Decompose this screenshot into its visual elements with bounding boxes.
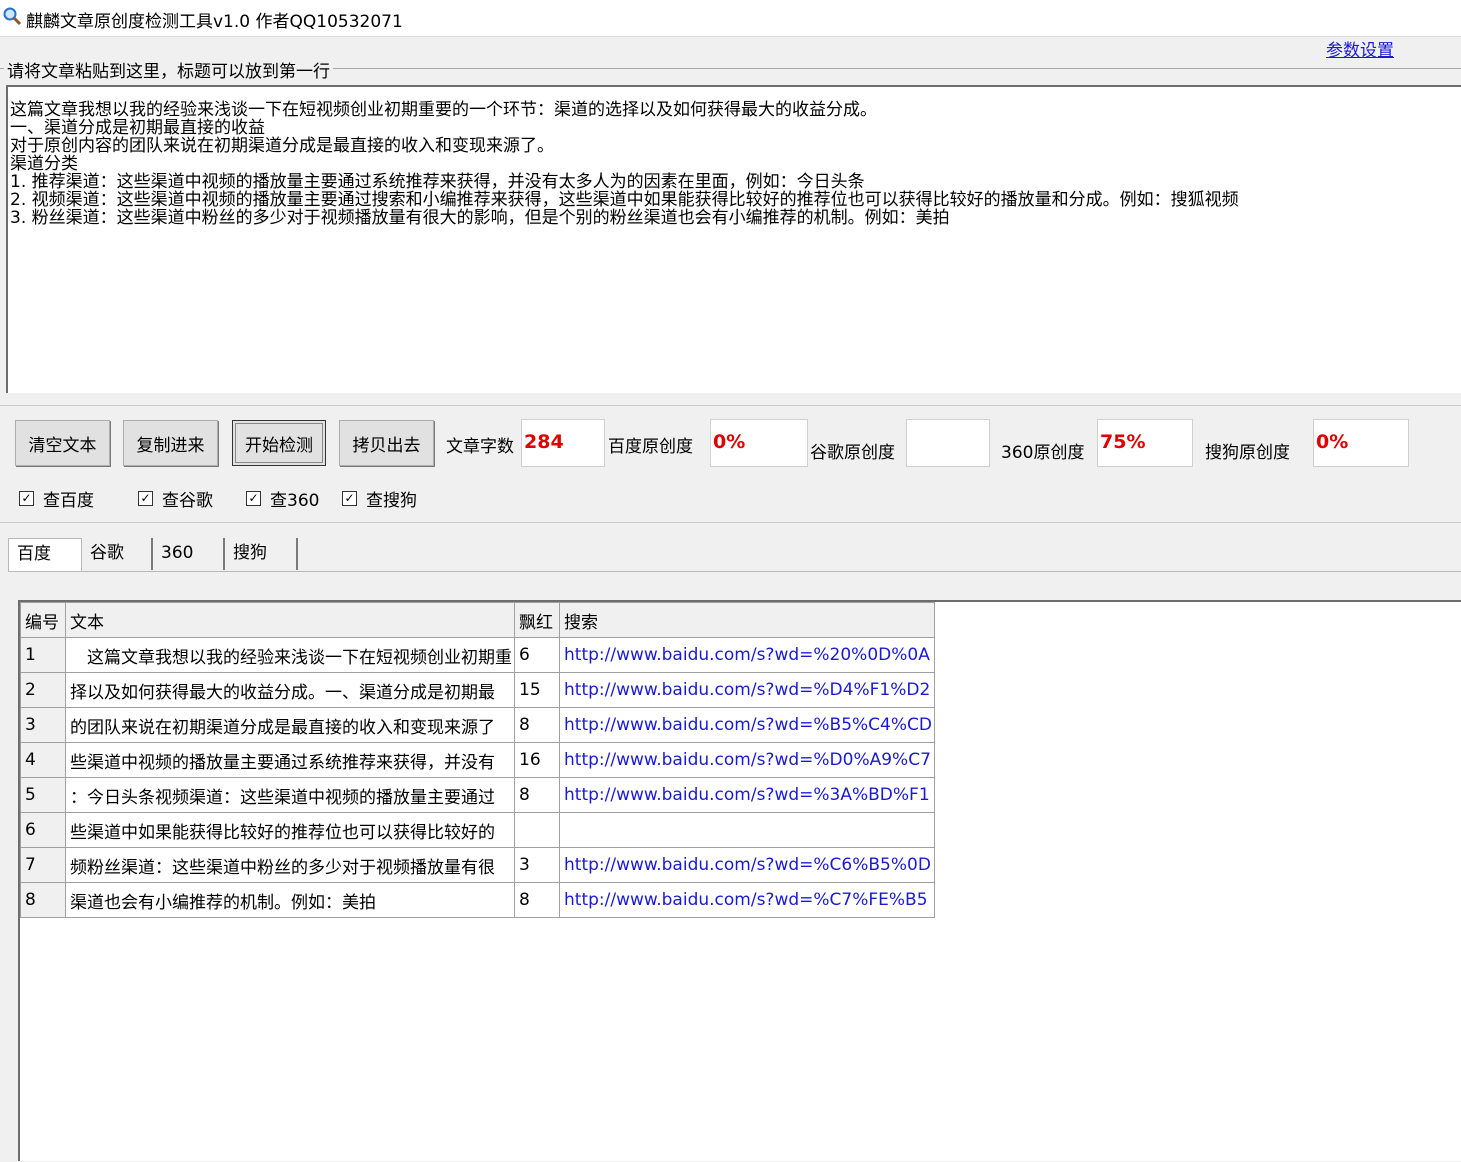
word-count-field[interactable]: 284	[521, 419, 605, 467]
row-search-link[interactable]: http://www.baidu.com/s?wd=%D4%F1%D2	[559, 672, 935, 708]
google-originality-label: 谷歌原创度	[810, 443, 895, 463]
checkmark-icon: ✓	[246, 491, 261, 506]
row-text: 这篇文章我想以我的经验来浅谈一下在短视频创业初期重	[65, 637, 515, 673]
row-red-count: 16	[514, 742, 560, 778]
row-red-count: 8	[514, 777, 560, 813]
results-grid[interactable]: 编号 文本 飘红 搜索 1 这篇文章我想以我的经验来浅谈一下在短视频创业初期重 …	[18, 600, 1461, 1161]
table-row[interactable]: 6 些渠道中如果能获得比较好的推荐位也可以获得比较好的	[20, 812, 935, 848]
checkmark-icon: ✓	[19, 491, 34, 506]
row-search-link[interactable]: http://www.baidu.com/s?wd=%B5%C4%CD	[559, 707, 935, 743]
row-red-count: 8	[514, 707, 560, 743]
check-baidu-checkbox[interactable]: ✓ 查百度	[19, 486, 94, 511]
check-360-checkbox[interactable]: ✓ 查360	[246, 486, 319, 511]
tab-baidu[interactable]: 百度	[8, 538, 82, 572]
title-bar: 麒麟文章原创度检测工具v1.0 作者QQ10532071	[0, 0, 1461, 37]
google-originality-field[interactable]	[906, 419, 990, 467]
row-text: 择以及如何获得最大的收益分成。一、渠道分成是初期最	[65, 672, 515, 708]
row-text: 渠道也会有小编推荐的机制。例如：美拍	[65, 882, 515, 918]
article-group-title: 请将文章粘贴到这里，标题可以放到第一行	[4, 57, 333, 82]
tab-sogou[interactable]: 搜狗	[225, 538, 298, 570]
row-id: 1	[20, 637, 66, 673]
column-header-id[interactable]: 编号	[20, 602, 66, 638]
copy-out-button[interactable]: 拷贝出去	[339, 420, 434, 466]
tab-360[interactable]: 360	[153, 538, 225, 570]
table-row[interactable]: 8 渠道也会有小编推荐的机制。例如：美拍 8 http://www.baidu.…	[20, 882, 935, 918]
row-search-link[interactable]	[559, 812, 935, 848]
row-id: 3	[20, 707, 66, 743]
clear-text-button[interactable]: 清空文本	[15, 420, 110, 466]
row-red-count	[514, 812, 560, 848]
article-textarea[interactable]: 这篇文章我想以我的经验来浅谈一下在短视频创业初期重要的一个环节：渠道的选择以及如…	[6, 85, 1461, 393]
row-text: 的团队来说在初期渠道分成是最直接的收入和变现来源了	[65, 707, 515, 743]
checkmark-icon: ✓	[342, 491, 357, 506]
column-header-red[interactable]: 飘红	[514, 602, 560, 638]
column-header-search[interactable]: 搜索	[559, 602, 935, 638]
paste-in-button[interactable]: 复制进来	[123, 420, 218, 466]
checkmark-icon: ✓	[138, 491, 153, 506]
check-sogou-label: 查搜狗	[366, 491, 417, 511]
window-title: 麒麟文章原创度检测工具v1.0 作者QQ10532071	[26, 12, 403, 32]
table-row[interactable]: 5 ：今日头条视频渠道：这些渠道中视频的播放量主要通过 8 http://www…	[20, 777, 935, 813]
row-id: 2	[20, 672, 66, 708]
baidu-originality-field[interactable]: 0%	[710, 419, 808, 467]
table-row[interactable]: 4 些渠道中视频的播放量主要通过系统推荐来获得，并没有 16 http://ww…	[20, 742, 935, 778]
s360-originality-label: 360原创度	[1001, 443, 1085, 463]
check-baidu-label: 查百度	[43, 491, 94, 511]
row-id: 7	[20, 847, 66, 883]
magnifier-icon	[3, 7, 22, 26]
table-row[interactable]: 3 的团队来说在初期渠道分成是最直接的收入和变现来源了 8 http://www…	[20, 707, 935, 743]
tab-google[interactable]: 谷歌	[82, 538, 153, 570]
divider	[0, 405, 1461, 406]
baidu-originality-label: 百度原创度	[608, 437, 693, 457]
settings-link[interactable]: 参数设置	[1326, 36, 1394, 61]
row-red-count: 8	[514, 882, 560, 918]
row-search-link[interactable]: http://www.baidu.com/s?wd=%20%0D%0A	[559, 637, 935, 673]
check-google-label: 查谷歌	[162, 491, 213, 511]
divider	[0, 522, 1461, 523]
row-id: 8	[20, 882, 66, 918]
row-id: 4	[20, 742, 66, 778]
results-table: 编号 文本 飘红 搜索 1 这篇文章我想以我的经验来浅谈一下在短视频创业初期重 …	[20, 602, 935, 918]
column-header-text[interactable]: 文本	[65, 602, 515, 638]
table-row[interactable]: 7 频粉丝渠道：这些渠道中粉丝的多少对于视频播放量有很 3 http://www…	[20, 847, 935, 883]
row-text: 频粉丝渠道：这些渠道中粉丝的多少对于视频播放量有很	[65, 847, 515, 883]
row-search-link[interactable]: http://www.baidu.com/s?wd=%3A%BD%F1	[559, 777, 935, 813]
row-red-count: 6	[514, 637, 560, 673]
check-google-checkbox[interactable]: ✓ 查谷歌	[138, 486, 213, 511]
word-count-label: 文章字数	[446, 437, 514, 457]
table-row[interactable]: 1 这篇文章我想以我的经验来浅谈一下在短视频创业初期重 6 http://www…	[20, 637, 935, 673]
row-id: 5	[20, 777, 66, 813]
row-search-link[interactable]: http://www.baidu.com/s?wd=%D0%A9%C7	[559, 742, 935, 778]
table-row[interactable]: 2 择以及如何获得最大的收益分成。一、渠道分成是初期最 15 http://ww…	[20, 672, 935, 708]
row-search-link[interactable]: http://www.baidu.com/s?wd=%C7%FE%B5	[559, 882, 935, 918]
sogou-originality-field[interactable]: 0%	[1313, 419, 1409, 467]
row-text: 些渠道中如果能获得比较好的推荐位也可以获得比较好的	[65, 812, 515, 848]
row-red-count: 15	[514, 672, 560, 708]
start-check-button[interactable]: 开始检测	[232, 420, 326, 466]
row-search-link[interactable]: http://www.baidu.com/s?wd=%C6%B5%0D	[559, 847, 935, 883]
sogou-originality-label: 搜狗原创度	[1205, 443, 1290, 463]
row-text: ：今日头条视频渠道：这些渠道中视频的播放量主要通过	[65, 777, 515, 813]
row-red-count: 3	[514, 847, 560, 883]
row-id: 6	[20, 812, 66, 848]
check-360-label: 查360	[270, 491, 320, 511]
row-text: 些渠道中视频的播放量主要通过系统推荐来获得，并没有	[65, 742, 515, 778]
check-sogou-checkbox[interactable]: ✓ 查搜狗	[342, 486, 417, 511]
s360-originality-field[interactable]: 75%	[1097, 419, 1193, 467]
table-header: 编号 文本 飘红 搜索	[20, 602, 935, 638]
